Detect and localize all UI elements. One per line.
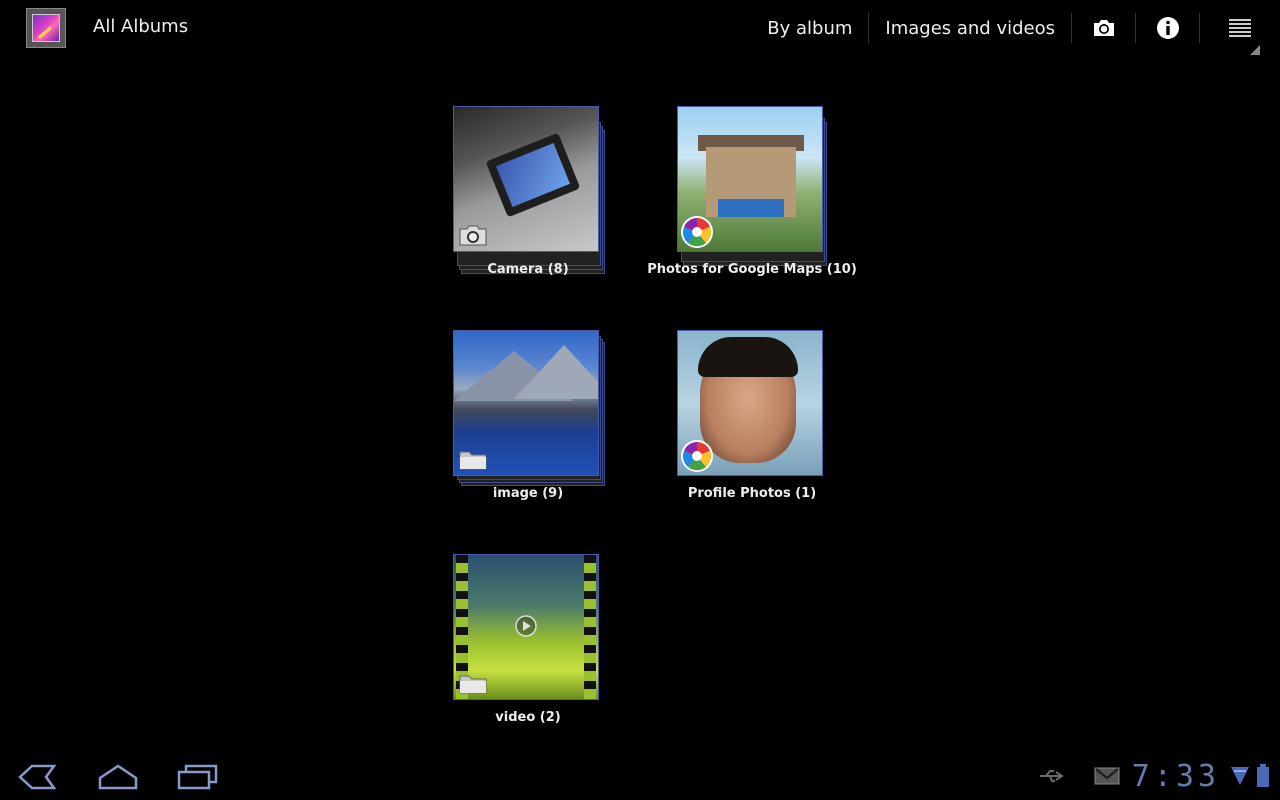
- info-button[interactable]: [1136, 13, 1200, 43]
- album-label: Camera (8): [487, 262, 569, 277]
- recent-apps-icon[interactable]: [176, 762, 218, 792]
- media-filter-button[interactable]: Images and videos: [869, 13, 1072, 43]
- gallery-app-icon[interactable]: [26, 8, 66, 48]
- action-bar-buttons: By album Images and videos: [751, 0, 1280, 56]
- album-thumbnail[interactable]: [677, 330, 823, 476]
- info-icon: [1156, 17, 1179, 39]
- status-area[interactable]: 7:33: [1038, 752, 1280, 800]
- wifi-icon: [1231, 767, 1249, 785]
- album-label: Profile Photos (1): [687, 486, 817, 501]
- album-tile-image[interactable]: image (9): [416, 330, 640, 501]
- album-tile-profile-photos[interactable]: Profile Photos (1): [640, 330, 864, 501]
- album-thumbnail[interactable]: [453, 554, 599, 700]
- camera-icon: [459, 225, 487, 246]
- album-stack: [677, 106, 827, 276]
- picasa-icon: [681, 216, 713, 248]
- album-tile-camera[interactable]: Camera (8): [416, 106, 640, 277]
- camera-button[interactable]: [1072, 13, 1136, 43]
- gmail-icon: [1094, 767, 1120, 785]
- action-bar: All Albums By album Images and videos: [0, 0, 1280, 56]
- page-title: All Albums: [93, 16, 189, 37]
- album-label: Photos for Google Maps (10): [647, 262, 857, 277]
- album-label: image (9): [492, 486, 564, 501]
- album-thumbnail[interactable]: [453, 106, 599, 252]
- album-stack: [677, 330, 827, 500]
- picasa-icon: [681, 440, 713, 472]
- album-stack: [453, 330, 605, 500]
- menu-corner-indicator: [1250, 45, 1260, 55]
- status-clock: 7:33: [1131, 758, 1220, 794]
- album-label: video (2): [495, 710, 561, 725]
- play-icon: [515, 615, 537, 637]
- camera-icon: [1093, 20, 1114, 36]
- folder-icon: [459, 675, 487, 694]
- home-icon[interactable]: [96, 762, 140, 792]
- back-icon[interactable]: [16, 762, 58, 792]
- view-mode-button[interactable]: By album: [751, 13, 870, 43]
- battery-icon: [1257, 764, 1269, 787]
- usb-icon: [1039, 770, 1064, 782]
- album-stack: [453, 106, 605, 276]
- overflow-menu-button[interactable]: [1200, 13, 1280, 55]
- album-tile-video[interactable]: video (2): [416, 554, 640, 725]
- album-tile-google-maps[interactable]: Photos for Google Maps (10): [640, 106, 864, 277]
- album-thumbnail[interactable]: [677, 106, 823, 252]
- system-navigation-bar: 7:33: [0, 752, 1280, 800]
- folder-icon: [459, 451, 487, 470]
- album-stack: [453, 554, 603, 724]
- album-thumbnail[interactable]: [453, 330, 599, 476]
- menu-icon: [1229, 19, 1251, 37]
